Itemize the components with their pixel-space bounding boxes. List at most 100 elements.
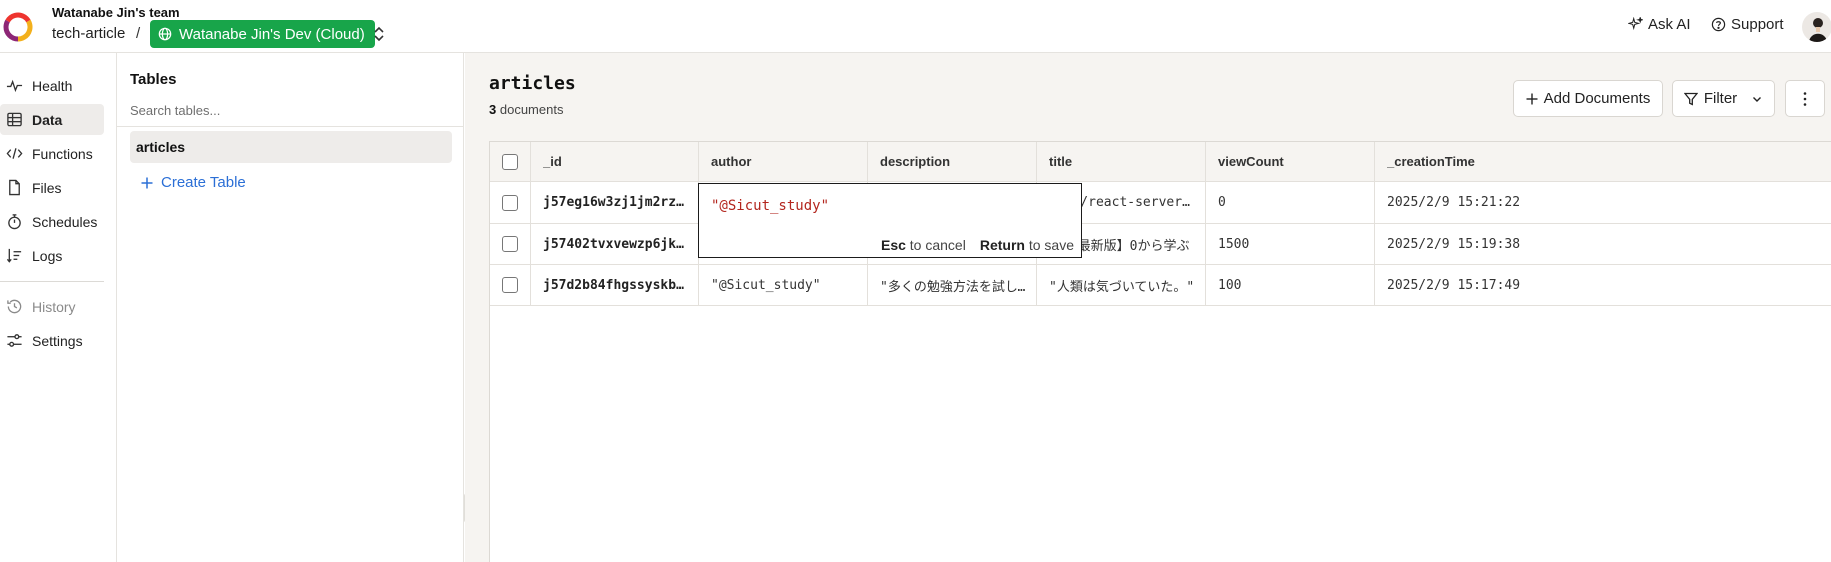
table-row: j57d2b84fhgssyskbeggr "@Sicut_study" "多く… xyxy=(490,265,1831,306)
cell-editor-popover[interactable]: "@Sicut_study" Esc to cancel Return to s… xyxy=(698,183,1082,258)
project-name[interactable]: tech-article xyxy=(52,25,125,42)
user-avatar[interactable] xyxy=(1802,12,1831,42)
column-header-author[interactable]: author xyxy=(699,142,868,181)
deployment-name: Watanabe Jin's Dev (Cloud) xyxy=(179,25,365,43)
column-header-description[interactable]: description xyxy=(868,142,1037,181)
cell-title[interactable]: "人類は気づいていた。" xyxy=(1037,265,1206,305)
esc-key-label: Esc xyxy=(880,237,906,253)
ask-ai-button[interactable]: Ask AI xyxy=(1628,16,1691,33)
cell-editor-hints: Esc to cancel Return to save xyxy=(881,237,1074,253)
support-button[interactable]: Support xyxy=(1711,16,1784,33)
cell-editor-input[interactable]: "@Sicut_study" xyxy=(711,198,829,214)
cell-id[interactable]: j57402tvxvewzp6jktpqq xyxy=(531,224,699,264)
nav-item-logs[interactable]: Logs xyxy=(0,240,104,271)
cell-creationtime[interactable]: 2025/2/9 15:21:22 xyxy=(1375,182,1831,223)
save-hint-text: to save xyxy=(1028,237,1074,253)
nav-label-schedules: Schedules xyxy=(32,213,98,230)
code-icon xyxy=(6,148,23,159)
cell-viewcount[interactable]: 100 xyxy=(1206,265,1375,305)
cell-viewcount[interactable]: 1500 xyxy=(1206,224,1375,264)
row-checkbox-cell xyxy=(490,224,531,264)
top-header: Watanabe Jin's team tech-article / Watan… xyxy=(0,0,1831,53)
column-header-id[interactable]: _id xyxy=(531,142,699,181)
column-header-viewcount[interactable]: viewCount xyxy=(1206,142,1375,181)
nav-label-data: Data xyxy=(32,111,63,128)
cell-author[interactable]: "@Sicut_study" xyxy=(699,265,868,305)
main-content: articles 3 documents Add Documents Filte… xyxy=(465,53,1831,562)
grid-header-row: _id author description title viewCount _… xyxy=(490,142,1831,182)
row-checkbox[interactable] xyxy=(502,194,518,211)
nav-item-data[interactable]: Data xyxy=(0,104,104,135)
cell-creationtime[interactable]: 2025/2/9 15:19:38 xyxy=(1375,224,1831,264)
support-label: Support xyxy=(1731,16,1784,33)
sort-list-icon xyxy=(6,248,22,263)
create-table-label: Create Table xyxy=(161,174,246,191)
column-header-title[interactable]: title xyxy=(1037,142,1206,181)
team-name[interactable]: Watanabe Jin's team xyxy=(52,5,180,20)
nav-item-health[interactable]: Health xyxy=(0,70,104,101)
globe-icon xyxy=(158,27,172,41)
return-key-label: Return xyxy=(979,237,1025,253)
ask-ai-label: Ask AI xyxy=(1648,16,1691,33)
nav-label-functions: Functions xyxy=(32,145,93,162)
person-icon xyxy=(1809,18,1827,42)
cell-description[interactable]: "多くの勉強方法を試してきた xyxy=(868,265,1037,305)
chevron-up-down-icon[interactable] xyxy=(372,24,386,44)
cancel-hint: Esc to cancel xyxy=(881,237,966,253)
funnel-icon xyxy=(1683,92,1698,106)
nav-label-settings: Settings xyxy=(32,332,83,349)
select-all-checkbox-cell xyxy=(490,142,531,181)
add-documents-label: Add Documents xyxy=(1543,90,1651,107)
pulse-icon xyxy=(6,79,23,93)
tables-divider xyxy=(117,126,464,127)
nav-label-history: History xyxy=(32,298,76,315)
create-table-button[interactable]: Create Table xyxy=(141,174,246,191)
plus-icon xyxy=(141,177,153,188)
cell-id[interactable]: j57d2b84fhgssyskbeggr xyxy=(531,265,699,305)
table-list-item[interactable]: articles xyxy=(130,131,452,163)
help-circle-icon xyxy=(1711,17,1726,32)
breadcrumb-separator: / xyxy=(136,25,141,42)
tables-panel: Tables articles Create Table xyxy=(117,53,464,562)
convex-logo-icon[interactable] xyxy=(3,12,33,42)
row-checkbox[interactable] xyxy=(502,277,518,293)
row-checkbox[interactable] xyxy=(502,236,518,252)
select-all-checkbox[interactable] xyxy=(502,153,518,170)
document-count: 3 documents xyxy=(489,102,563,117)
left-nav: Health Data Functions Files Schedules Lo… xyxy=(0,53,117,562)
more-options-button[interactable] xyxy=(1785,80,1825,117)
add-documents-button[interactable]: Add Documents xyxy=(1513,80,1663,117)
nav-item-settings[interactable]: Settings xyxy=(0,325,104,356)
table-icon xyxy=(7,112,22,127)
document-count-number: 3 xyxy=(489,102,497,117)
cancel-hint-text: to cancel xyxy=(909,237,966,253)
nav-divider xyxy=(0,281,104,282)
row-checkbox-cell xyxy=(490,265,531,305)
chevron-down-icon xyxy=(1753,96,1762,102)
filter-label: Filter xyxy=(1703,90,1738,107)
nav-label-logs: Logs xyxy=(32,247,63,264)
table-title: articles xyxy=(489,73,576,94)
tables-panel-title: Tables xyxy=(130,71,177,88)
cell-id[interactable]: j57eg16w3zj1jm2rzpgxk xyxy=(531,182,699,223)
sliders-icon xyxy=(7,334,22,347)
nav-item-functions[interactable]: Functions xyxy=(0,138,104,169)
column-header-creationtime[interactable]: _creationTime xyxy=(1375,142,1831,181)
nav-item-history[interactable]: History xyxy=(0,291,104,322)
nav-label-health: Health xyxy=(32,77,73,94)
filter-button[interactable]: Filter xyxy=(1672,80,1775,117)
nav-item-schedules[interactable]: Schedules xyxy=(0,206,104,237)
stopwatch-icon xyxy=(8,214,21,230)
row-checkbox-cell xyxy=(490,182,531,223)
table-row: j57eg16w3zj1jm2rzpgxk zarv/react-server-… xyxy=(490,182,1831,224)
history-icon xyxy=(7,299,22,314)
table-row: j57402tvxvewzp6jktpqq 24年最新版】0から学ぶ 1500 … xyxy=(490,224,1831,265)
nav-label-files: Files xyxy=(32,179,62,196)
search-tables-input[interactable] xyxy=(130,103,450,118)
vertical-dots-icon xyxy=(1803,91,1807,106)
documents-grid: _id author description title viewCount _… xyxy=(489,141,1831,562)
cell-creationtime[interactable]: 2025/2/9 15:17:49 xyxy=(1375,265,1831,305)
cell-viewcount[interactable]: 0 xyxy=(1206,182,1375,223)
deployment-selector[interactable]: Watanabe Jin's Dev (Cloud) xyxy=(150,20,375,48)
nav-item-files[interactable]: Files xyxy=(0,172,104,203)
